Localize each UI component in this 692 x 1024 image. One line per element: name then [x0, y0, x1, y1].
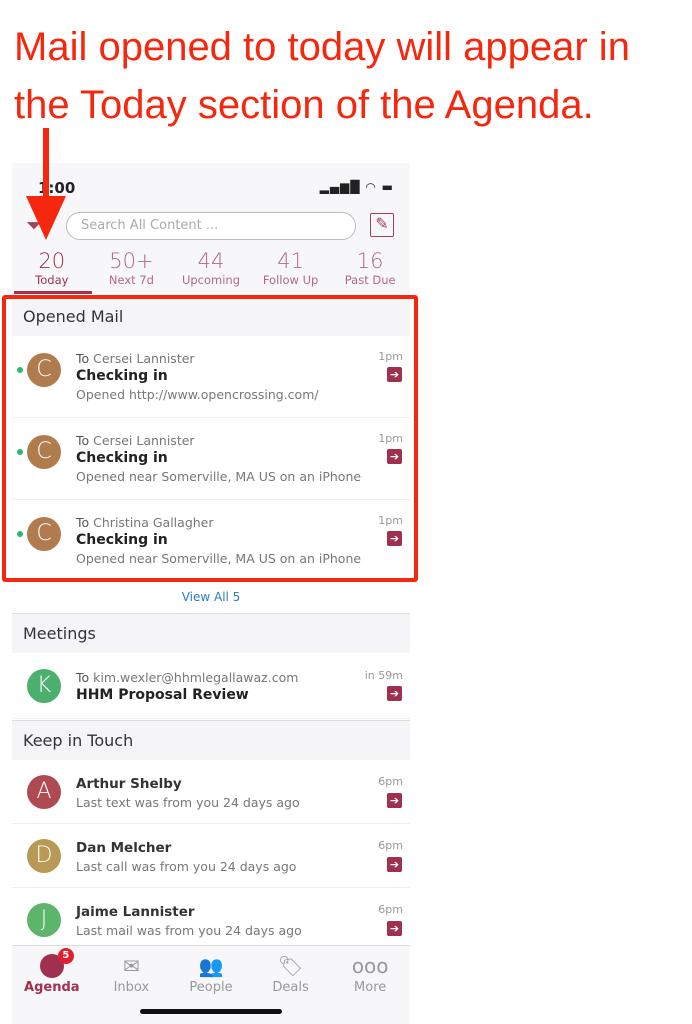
tab-label: More — [354, 980, 387, 995]
arrow-right-icon[interactable]: ➔ — [387, 686, 402, 701]
annotation-arrowhead — [26, 196, 66, 240]
status-icons: ▂▄▆█ ◠ ▬ — [320, 180, 394, 194]
signal-icon: ▂▄▆█ — [319, 180, 361, 194]
annotation-line-1: Mail opened to today will appear in — [14, 25, 630, 69]
annotation-line-2: the Today section of the Agenda. — [14, 83, 594, 127]
contact-row[interactable]: A Arthur Shelby Last text was from you 24… — [12, 760, 410, 824]
tab-label: Deals — [272, 980, 309, 995]
active-tab-indicator — [14, 291, 92, 294]
tab-label: Agenda — [24, 980, 80, 995]
to-prefix: To — [76, 670, 90, 685]
tab-more[interactable]: ooo More — [330, 946, 410, 1024]
tab-today[interactable]: 20 Today — [12, 249, 92, 287]
contact-row[interactable]: D Dan Melcher Last call was from you 24 d… — [12, 824, 410, 888]
phone-screen: 1:00 ▂▄▆█ ◠ ▬ ⏷ Search All Content ... ✎… — [12, 163, 410, 1024]
view-all-link[interactable]: View All 5 — [12, 590, 410, 604]
tab-past-due[interactable]: 16 Past Due — [330, 249, 410, 287]
recipient: kim.wexler@hhmlegallawaz.com — [93, 670, 299, 685]
battery-icon: ▬ — [381, 180, 394, 194]
agenda-clock-icon: 5 — [39, 948, 74, 978]
contact-detail: Last text was from you 24 days ago — [76, 795, 300, 810]
arrow-right-icon[interactable]: ➔ — [387, 857, 402, 872]
contact-detail: Last call was from you 24 days ago — [76, 859, 297, 874]
compose-icon[interactable]: ✎ — [370, 213, 394, 237]
tab-agenda[interactable]: 5 Agenda — [12, 946, 92, 1024]
tag-icon: 🏷 — [277, 954, 304, 978]
avatar: D — [27, 839, 61, 873]
contact-time: 6pm — [378, 775, 403, 788]
annotation-highlight-box — [2, 295, 418, 582]
contact-time: 6pm — [378, 903, 403, 916]
search-input[interactable]: Search All Content ... — [66, 212, 356, 240]
tab-label: Follow Up — [262, 273, 319, 287]
notification-badge: 5 — [57, 948, 74, 964]
contact-name: Jaime Lannister — [76, 904, 195, 920]
tab-count: 16 — [356, 249, 384, 273]
envelope-icon: ✉ — [123, 954, 140, 978]
people-icon: 👥 — [198, 954, 224, 978]
tab-count: 50+ — [109, 249, 154, 273]
avatar: J — [27, 903, 61, 937]
avatar: A — [27, 775, 61, 809]
contact-detail: Last mail was from you 24 days ago — [76, 923, 302, 938]
tab-label: Next 7d — [108, 273, 154, 287]
tab-label: Inbox — [113, 980, 150, 995]
tab-follow-up[interactable]: 41 Follow Up — [251, 249, 331, 287]
arrow-right-icon[interactable]: ➔ — [387, 921, 402, 936]
tab-upcoming[interactable]: 44 Upcoming — [171, 249, 251, 287]
tab-next-7d[interactable]: 50+ Next 7d — [92, 249, 172, 287]
avatar: K — [27, 669, 61, 703]
contact-name: Dan Melcher — [76, 840, 172, 856]
tab-count: 41 — [277, 249, 304, 273]
contact-name: Arthur Shelby — [76, 776, 182, 792]
tab-label: Upcoming — [181, 273, 241, 287]
meeting-row[interactable]: K To kim.wexler@hhmlegallawaz.com HHM Pro… — [12, 653, 410, 719]
meeting-time: in 59m — [364, 669, 403, 682]
tab-label: Today — [35, 273, 69, 287]
section-keep-in-touch: Keep in Touch — [12, 720, 410, 760]
wifi-icon: ◠ — [365, 180, 377, 194]
contact-row[interactable]: J Jaime Lannister Last mail was from you … — [12, 888, 410, 952]
annotation: Mail opened to today will appear in the … — [14, 18, 630, 134]
arrow-right-icon[interactable]: ➔ — [387, 793, 402, 808]
header: 1:00 ▂▄▆█ ◠ ▬ ⏷ Search All Content ... ✎… — [12, 163, 410, 294]
more-icon: ooo — [351, 954, 389, 978]
annotation-arrow — [43, 128, 49, 198]
contact-time: 6pm — [378, 839, 403, 852]
tab-count: 20 — [38, 249, 66, 273]
tab-label: Past Due — [344, 273, 396, 287]
agenda-tabs: 20 Today 50+ Next 7d 44 Upcoming 41 Follow U… — [12, 249, 410, 287]
home-indicator — [140, 1009, 282, 1014]
tab-count: 44 — [197, 249, 225, 273]
meeting-title: HHM Proposal Review — [76, 687, 249, 703]
tab-label: People — [189, 980, 233, 995]
section-meetings: Meetings — [12, 613, 410, 653]
